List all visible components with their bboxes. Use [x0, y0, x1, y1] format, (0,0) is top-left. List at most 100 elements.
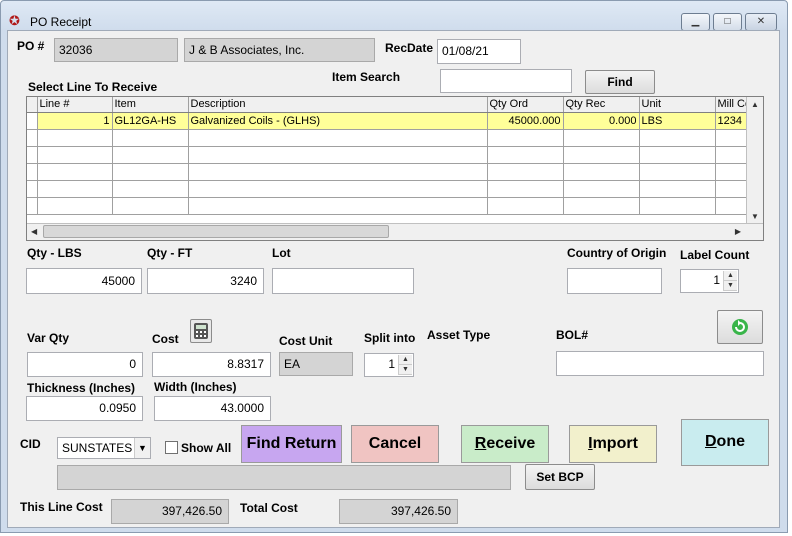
qty-ft-input[interactable]: 3240: [147, 268, 264, 294]
calculator-button[interactable]: [190, 319, 212, 343]
import-button[interactable]: Import: [569, 425, 657, 463]
receive-button[interactable]: Receive: [461, 425, 549, 463]
refresh-icon: [732, 319, 748, 335]
show-all-checkbox[interactable]: [165, 441, 178, 454]
grid-vertical-scrollbar[interactable]: ▲ ▼: [746, 97, 763, 224]
stepper-down-icon[interactable]: ▼: [399, 365, 412, 375]
col-header-qty-ord[interactable]: Qty Ord: [487, 97, 564, 113]
stepper-up-icon[interactable]: ▲: [399, 355, 412, 365]
stepper-up-icon[interactable]: ▲: [724, 271, 737, 281]
cid-select[interactable]: SUNSTATES ▼: [57, 437, 151, 459]
col-header-qty-rec[interactable]: Qty Rec: [563, 97, 640, 113]
this-line-cost-label: This Line Cost: [20, 500, 103, 514]
var-qty-input[interactable]: 0: [27, 352, 143, 377]
po-label: PO #: [17, 39, 45, 53]
close-button[interactable]: ✕: [745, 13, 777, 31]
cid-label: CID: [20, 437, 41, 451]
cell-item[interactable]: GL12GA-HS: [112, 112, 189, 130]
set-bcp-button[interactable]: Set BCP: [525, 464, 595, 490]
thickness-input[interactable]: 0.0950: [26, 396, 143, 421]
col-header-description[interactable]: Description: [188, 97, 488, 113]
this-line-cost-field: 397,426.50: [111, 499, 229, 524]
total-cost-field: 397,426.50: [339, 499, 458, 524]
po-number-field: 32036: [54, 38, 178, 62]
horizontal-scroll-thumb[interactable]: [43, 225, 389, 238]
cost-input[interactable]: 8.8317: [152, 352, 271, 377]
window-title: PO Receipt: [30, 15, 92, 29]
total-cost-label: Total Cost: [240, 501, 298, 515]
width-input[interactable]: 43.0000: [154, 396, 271, 421]
receive-mnemonic: R: [474, 435, 487, 452]
vendor-name-field: J & B Associates, Inc.: [184, 38, 375, 62]
asset-type-label: Asset Type: [427, 328, 491, 342]
country-of-origin-label: Country of Origin: [567, 246, 667, 260]
split-into-label: Split into: [364, 331, 416, 345]
col-header-item[interactable]: Item: [112, 97, 189, 113]
qty-lbs-label: Qty - LBS: [27, 246, 82, 260]
width-label: Width (Inches): [154, 380, 237, 394]
recdate-label: RecDate: [385, 41, 434, 55]
bol-label: BOL#: [556, 328, 589, 342]
col-header-line[interactable]: Line #: [37, 97, 113, 113]
lot-label: Lot: [272, 246, 291, 260]
scroll-left-icon[interactable]: ◀: [31, 227, 37, 236]
row-selector-header: [27, 97, 38, 113]
split-into-value: 1: [388, 357, 395, 371]
app-star-icon: ✪: [9, 13, 20, 28]
table-row[interactable]: [27, 197, 755, 215]
po-lines-grid: Line # Item Description Qty Ord Qty Rec …: [26, 96, 764, 241]
scroll-down-icon[interactable]: ▼: [751, 212, 759, 221]
col-header-unit[interactable]: Unit: [639, 97, 716, 113]
item-search-label: Item Search: [332, 70, 401, 84]
cell-line[interactable]: 1: [37, 112, 113, 130]
chevron-down-icon[interactable]: ▼: [134, 438, 150, 458]
cell-description[interactable]: Galvanized Coils - (GLHS): [188, 112, 488, 130]
find-return-button[interactable]: Find Return: [241, 425, 342, 463]
cost-label: Cost: [152, 332, 179, 346]
cid-value: SUNSTATES: [62, 441, 133, 455]
item-search-input[interactable]: [440, 69, 572, 93]
lot-input[interactable]: [272, 268, 414, 294]
cell-unit[interactable]: LBS: [639, 112, 716, 130]
scroll-right-icon[interactable]: ▶: [735, 227, 741, 236]
row-selector[interactable]: [27, 112, 38, 130]
cancel-button[interactable]: Cancel: [351, 425, 439, 463]
var-qty-label: Var Qty: [27, 331, 70, 345]
cell-qty-ord[interactable]: 45000.000: [487, 112, 564, 130]
cell-qty-rec[interactable]: 0.000: [563, 112, 640, 130]
po-lines-table: Line # Item Description Qty Ord Qty Rec …: [27, 97, 755, 215]
thickness-label: Thickness (Inches): [27, 381, 136, 395]
split-into-stepper[interactable]: 1 ▲ ▼: [364, 353, 414, 377]
stepper-down-icon[interactable]: ▼: [724, 281, 737, 291]
done-mnemonic: D: [704, 433, 717, 450]
grid-horizontal-scrollbar[interactable]: ◀ ▶: [27, 223, 763, 240]
minimize-button[interactable]: ▁: [681, 13, 710, 31]
refresh-button[interactable]: [717, 310, 763, 344]
calculator-icon: [194, 323, 208, 339]
label-count-stepper[interactable]: 1 ▲ ▼: [680, 269, 739, 293]
table-row[interactable]: [27, 146, 755, 164]
find-button[interactable]: Find: [585, 70, 655, 94]
table-row[interactable]: [27, 180, 755, 198]
maximize-button[interactable]: □: [713, 13, 742, 31]
qty-lbs-input[interactable]: 45000: [26, 268, 142, 294]
qty-ft-label: Qty - FT: [147, 246, 193, 260]
label-count-label: Label Count: [680, 248, 750, 262]
cost-unit-label: Cost Unit: [279, 334, 333, 348]
receive-label: eceive: [486, 435, 536, 452]
show-all-label: Show All: [181, 441, 232, 455]
import-label: mport: [592, 435, 638, 452]
table-row[interactable]: [27, 163, 755, 181]
label-count-value: 1: [713, 273, 720, 287]
bol-input[interactable]: [556, 351, 764, 376]
table-row[interactable]: [27, 129, 755, 147]
select-line-label: Select Line To Receive: [28, 80, 158, 94]
recdate-field[interactable]: 01/08/21: [437, 39, 521, 64]
scroll-up-icon[interactable]: ▲: [751, 100, 759, 109]
table-row[interactable]: 1 GL12GA-HS Galvanized Coils - (GLHS) 45…: [27, 112, 755, 130]
status-bar: [57, 465, 511, 490]
country-of-origin-input[interactable]: [567, 268, 662, 294]
done-label: one: [716, 433, 745, 450]
done-button[interactable]: Done: [681, 419, 769, 466]
cost-unit-field: EA: [279, 352, 353, 376]
